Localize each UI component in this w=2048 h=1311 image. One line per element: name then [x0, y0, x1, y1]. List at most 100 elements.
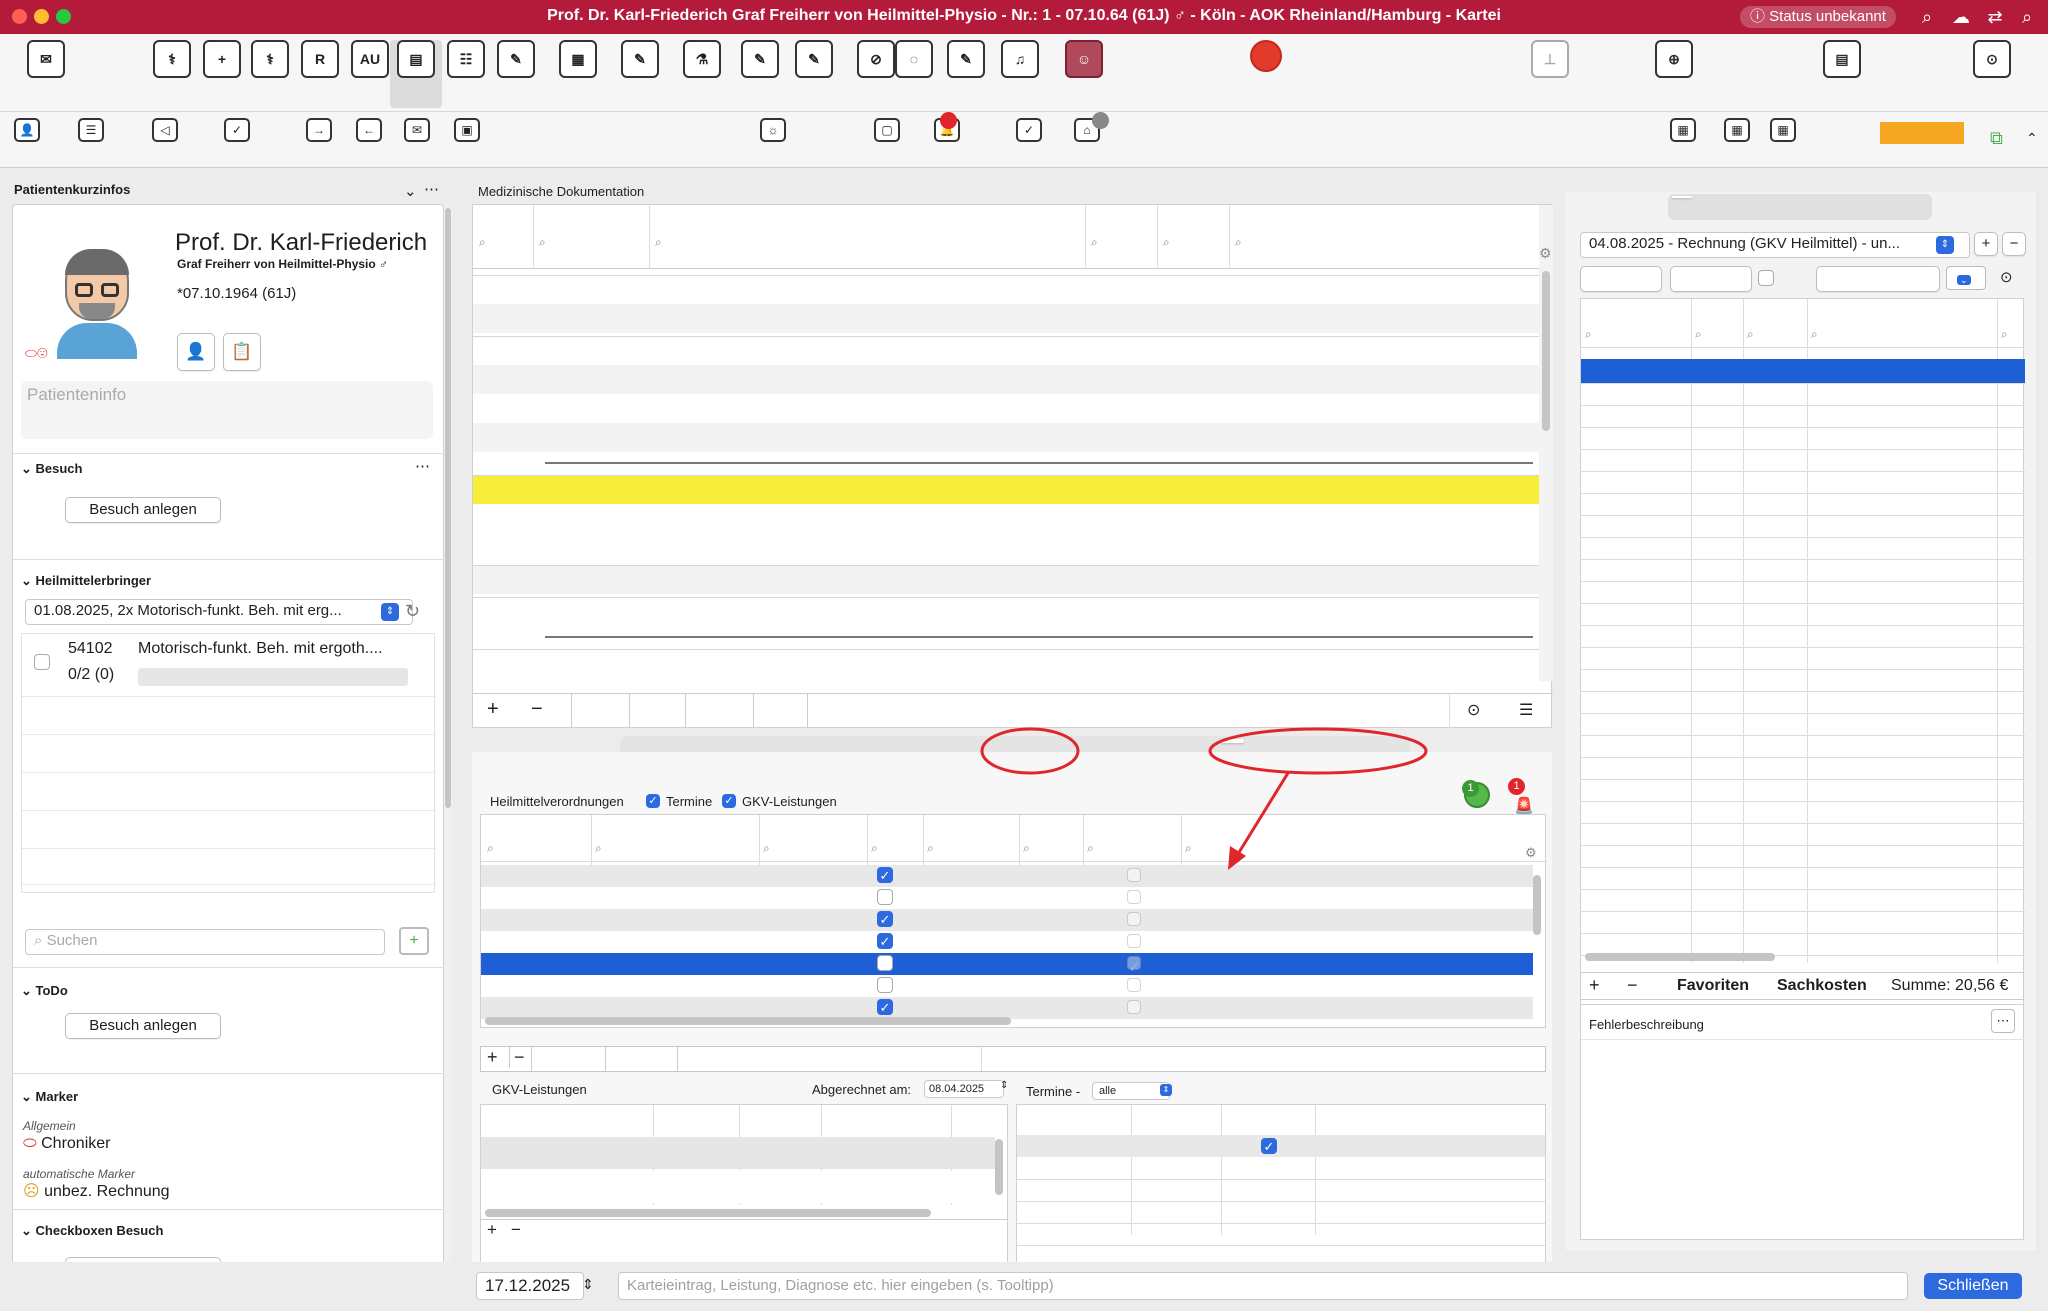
search-icon[interactable]: ⌕	[479, 235, 486, 250]
search-icon[interactable]: ⌕	[1811, 327, 1818, 342]
alarm-icon[interactable]: 🚨	[1514, 796, 1534, 816]
toolbar-flask-button[interactable]: ⚗	[676, 40, 728, 81]
meddoc-row[interactable]	[473, 365, 1539, 394]
select-arrows-icon[interactable]: ⇕	[1936, 236, 1954, 254]
select-arrows-icon[interactable]: ⇕	[1160, 1084, 1172, 1096]
subtab-3[interactable]	[980, 739, 1004, 743]
vo-action-0[interactable]	[531, 1047, 544, 1071]
marker-section-title[interactable]: ⌄ Marker	[21, 1089, 78, 1105]
date-stepper-icon[interactable]: ⇕	[582, 1276, 594, 1293]
meddoc-tab-foto[interactable]	[571, 694, 592, 728]
geloescht-checkbox[interactable]: ✓	[877, 867, 893, 883]
remove-button[interactable]: −	[1627, 975, 1638, 996]
more-icon[interactable]: ⋯	[424, 180, 439, 198]
add-rechnung-button[interactable]: +	[1974, 232, 1998, 256]
geloescht-checkbox[interactable]: ✓	[877, 999, 893, 1015]
toolbar2-lamp-button[interactable]: ☼	[760, 118, 786, 144]
right-tab-1[interactable]	[1748, 196, 1768, 198]
heilmittelerbringer-section-title[interactable]: ⌄ Heilmittelerbringer	[21, 573, 151, 589]
meddoc-scrollbar-thumb[interactable]	[1542, 271, 1550, 431]
more-icon[interactable]: ⋯	[1991, 1009, 2015, 1033]
subtab-5[interactable]	[1220, 739, 1244, 743]
meddoc-row[interactable]	[473, 565, 1539, 594]
vo-scrollbar-thumb[interactable]	[1533, 875, 1541, 935]
favoriten-button[interactable]: Favoriten	[1677, 977, 1749, 995]
magnifier-icon[interactable]: ⌕	[2016, 6, 2038, 28]
besuch-anlegen-button[interactable]: Besuch anlegen	[65, 497, 221, 523]
close-window-button[interactable]	[12, 9, 27, 24]
checkboxen-section-title[interactable]: ⌄ Checkboxen Besuch	[21, 1223, 163, 1239]
left-scrollbar-thumb[interactable]	[445, 208, 451, 808]
gkv-checkbox[interactable]: ✓	[722, 794, 736, 808]
toolbar2-clipboard-button[interactable]: ▢	[874, 118, 900, 144]
toolbar2-check-circle-button[interactable]: ✓	[224, 118, 250, 144]
toolbar2-check-arrow-button[interactable]: ✓	[1016, 118, 1042, 144]
subtab-4[interactable]	[1042, 739, 1066, 743]
clipboard-button[interactable]: 📋	[223, 333, 261, 371]
meddoc-scrollbar[interactable]	[1539, 205, 1553, 681]
heilmittel-select[interactable]: 01.08.2025, 2x Motorisch-funkt. Beh. mit…	[25, 599, 413, 625]
vo-row[interactable]	[481, 975, 1533, 997]
rechnung-select[interactable]: 04.08.2025 - Rechnung (GKV Heilmittel) -…	[1580, 232, 1970, 258]
toolbar-person-add-button[interactable]: +	[196, 40, 248, 81]
besuch-section-title[interactable]: ⌄ Besuch	[21, 461, 82, 477]
meddoc-row[interactable]	[473, 394, 1539, 423]
remove-button[interactable]: −	[509, 1047, 525, 1068]
search-icon[interactable]: ⌕	[539, 235, 546, 250]
toolbar-verb-button[interactable]: ✎	[940, 40, 992, 81]
search-icon[interactable]: ⌕	[1585, 327, 1592, 342]
right-aktionen-button[interactable]	[1816, 266, 1940, 292]
search-icon[interactable]: ⌕	[871, 841, 878, 856]
right-row[interactable]	[1581, 359, 2025, 383]
toolbar2-calendar-button[interactable]: ▦	[1724, 118, 1750, 144]
add-entry-button[interactable]: +	[487, 698, 499, 721]
toolbar2-document-transfer-button[interactable]: ▣	[454, 118, 480, 144]
search-icon[interactable]: ⌕	[927, 841, 934, 856]
toolbar-bmp-button[interactable]: ◌	[888, 40, 940, 81]
vo-hscrollbar-thumb[interactable]	[485, 1017, 1011, 1025]
search-icon[interactable]: ⌕	[1747, 327, 1754, 342]
subtab-1[interactable]	[768, 739, 792, 743]
meddoc-tab-aktionen[interactable]	[807, 694, 828, 728]
date-field[interactable]: 17.12.2025	[476, 1272, 584, 1300]
toolbar-rx-button[interactable]: R	[294, 40, 346, 81]
user-box[interactable]	[1880, 122, 1964, 148]
toolbar-globe-button[interactable]: ⊕	[1636, 40, 1712, 81]
more-icon[interactable]: ⋯	[415, 457, 430, 475]
meddoc-row[interactable]	[473, 597, 1539, 626]
meddoc-row[interactable]	[473, 649, 1539, 678]
meddoc-row[interactable]	[473, 275, 1539, 304]
sachkosten-button[interactable]: Sachkosten	[1777, 977, 1867, 995]
more-icon[interactable]: ⊙	[1467, 700, 1480, 720]
search-icon[interactable]: ⌕	[1185, 841, 1192, 856]
toolbar-labgem-button[interactable]: ✎	[614, 40, 666, 81]
zoom-window-button[interactable]	[56, 9, 71, 24]
toolbar-sos-button[interactable]	[1228, 40, 1304, 75]
search-icon[interactable]: ⌕	[1091, 235, 1098, 250]
refresh-icon[interactable]: ↻	[405, 601, 420, 622]
right-drucken-button[interactable]	[1670, 266, 1752, 292]
add-button[interactable]: +	[487, 1047, 498, 1068]
toolbar-lab-doc-button[interactable]: ✎	[734, 40, 786, 81]
toolbar-stethoscope-button[interactable]: ⚕	[146, 40, 198, 81]
add-button[interactable]: +	[487, 1220, 497, 1240]
stepper-icon[interactable]: ⇕	[1000, 1080, 1008, 1091]
remove-button[interactable]: −	[511, 1220, 521, 1240]
right-details-button[interactable]	[1580, 266, 1662, 292]
list-icon[interactable]: ☰	[1519, 700, 1533, 720]
remove-entry-button[interactable]: −	[531, 698, 543, 721]
subtab-2[interactable]	[862, 739, 886, 743]
vo-row[interactable]: ✓	[481, 953, 1533, 976]
kartei-input[interactable]: Karteieintrag, Leistung, Diagnose etc. h…	[618, 1272, 1908, 1300]
toolbar-hks-button[interactable]: ✎	[788, 40, 840, 81]
remove-rechnung-button[interactable]: −	[2002, 232, 2026, 256]
toolbar-referral-button[interactable]: ☷	[440, 40, 492, 81]
search-icon[interactable]: ⌕	[1163, 235, 1170, 250]
toolbar-au-button[interactable]: AU	[344, 40, 396, 81]
vo-row[interactable]	[481, 887, 1533, 909]
sync-icon[interactable]: ⇄	[1984, 6, 2006, 28]
meddoc-row[interactable]	[473, 504, 1539, 533]
toolbar-therapy-button[interactable]: ⚕	[244, 40, 296, 81]
meddoc-row[interactable]	[473, 336, 1539, 365]
right-tab-2[interactable]	[1844, 196, 1864, 198]
